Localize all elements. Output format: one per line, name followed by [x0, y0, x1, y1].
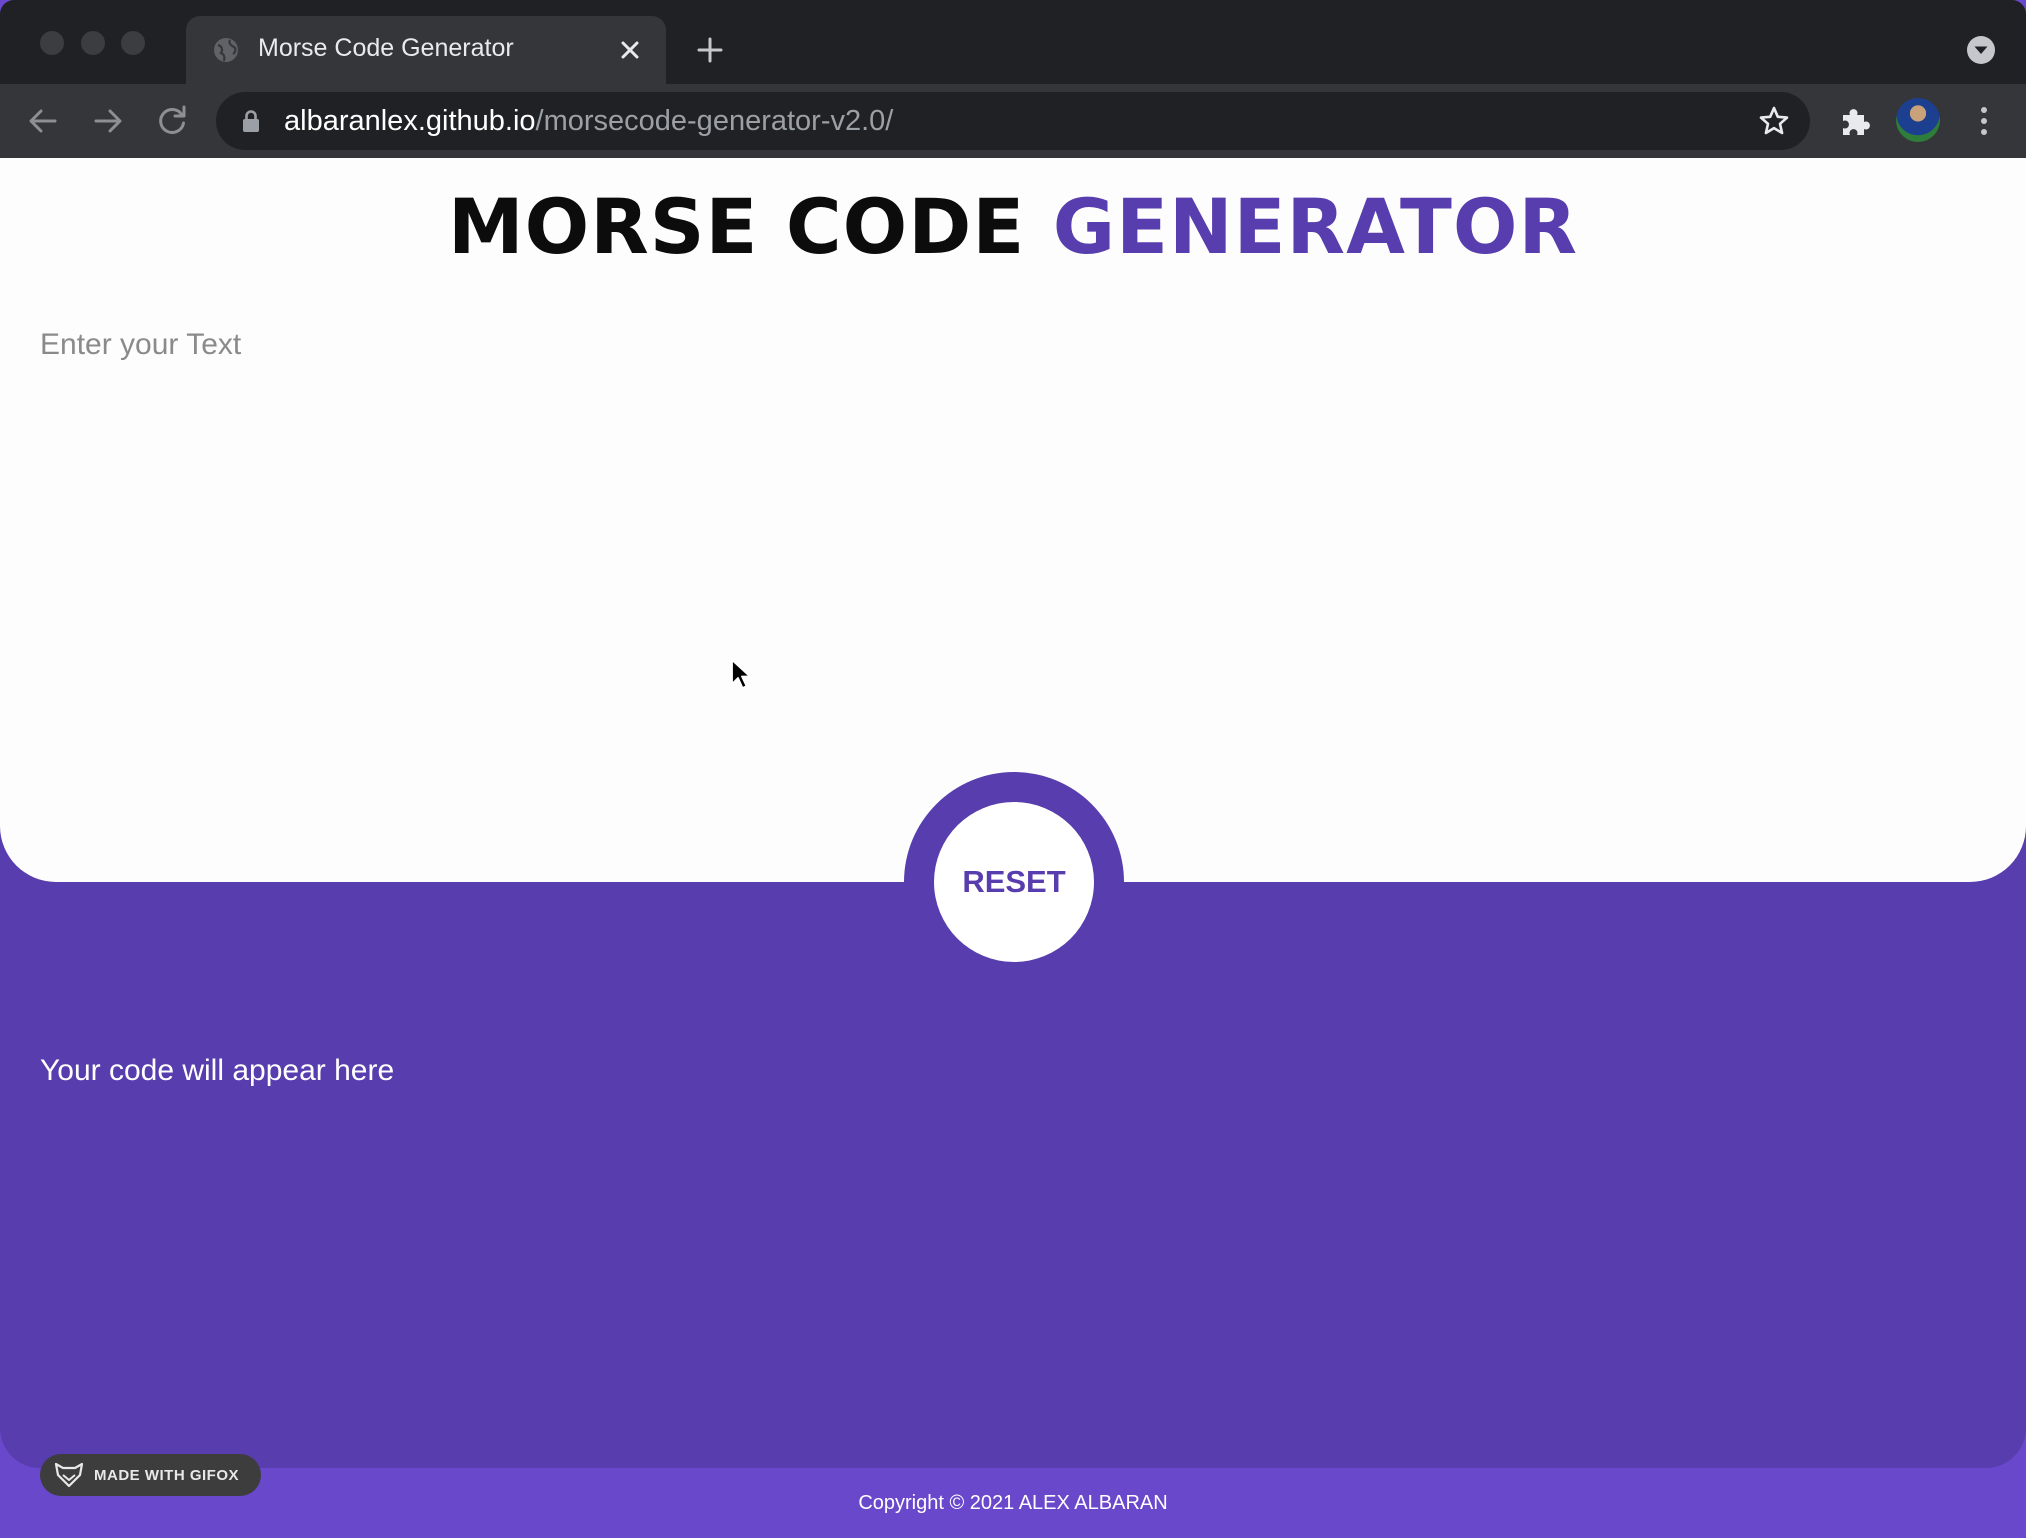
text-input[interactable] — [40, 328, 1986, 748]
kebab-menu-icon[interactable] — [1966, 103, 2002, 139]
plus-icon[interactable] — [694, 34, 726, 66]
lock-icon — [243, 110, 259, 132]
title-part-1: MORSE CODE — [448, 182, 1053, 271]
copyright-text: Copyright © 2021 ALEX ALBARAN — [858, 1492, 1168, 1514]
cursor-icon — [731, 659, 751, 689]
forward-arrow-icon[interactable] — [90, 103, 126, 139]
tab-strip: Morse Code Generator — [0, 0, 2026, 84]
puzzle-icon[interactable] — [1838, 103, 1874, 139]
url-host: albaranlex.github.io — [284, 105, 536, 137]
url-path: /morsecode-generator-v2.0/ — [535, 105, 894, 137]
browser-toolbar: albaranlex.github.io/morsecode-generator… — [0, 84, 2026, 158]
close-icon[interactable] — [616, 36, 644, 64]
gifox-label: MADE WITH GIFOX — [94, 1466, 239, 1484]
browser-tab[interactable]: Morse Code Generator — [186, 16, 666, 84]
chevron-down-icon[interactable] — [1966, 35, 1996, 65]
gifox-badge[interactable]: MADE WITH GIFOX — [40, 1454, 261, 1496]
back-arrow-icon[interactable] — [25, 103, 61, 139]
address-bar[interactable]: albaranlex.github.io/morsecode-generator… — [216, 92, 1810, 150]
page-title: MORSE CODE GENERATOR — [0, 182, 2026, 271]
avatar[interactable] — [1896, 98, 1940, 142]
globe-icon — [214, 38, 238, 62]
browser-window: Morse Code Generator albaranlex.github.i… — [0, 0, 2026, 1538]
minimize-window-dot[interactable] — [81, 31, 105, 55]
reload-icon[interactable] — [154, 103, 190, 139]
title-part-2: GENERATOR — [1052, 182, 1578, 271]
reset-button[interactable]: RESET — [934, 802, 1094, 962]
tab-title: Morse Code Generator — [258, 34, 514, 62]
close-window-dot[interactable] — [40, 31, 64, 55]
zoom-window-dot[interactable] — [121, 31, 145, 55]
code-output: Your code will appear here — [40, 1054, 395, 1087]
url-text: albaranlex.github.io/morsecode-generator… — [284, 105, 893, 138]
output-section: MORSE CODE GENERATOR RESET Your code wil… — [0, 158, 2026, 1468]
star-icon[interactable] — [1758, 105, 1790, 137]
fox-icon — [54, 1462, 84, 1488]
page-content: MORSE CODE GENERATOR RESET Your code wil… — [0, 158, 2026, 1538]
